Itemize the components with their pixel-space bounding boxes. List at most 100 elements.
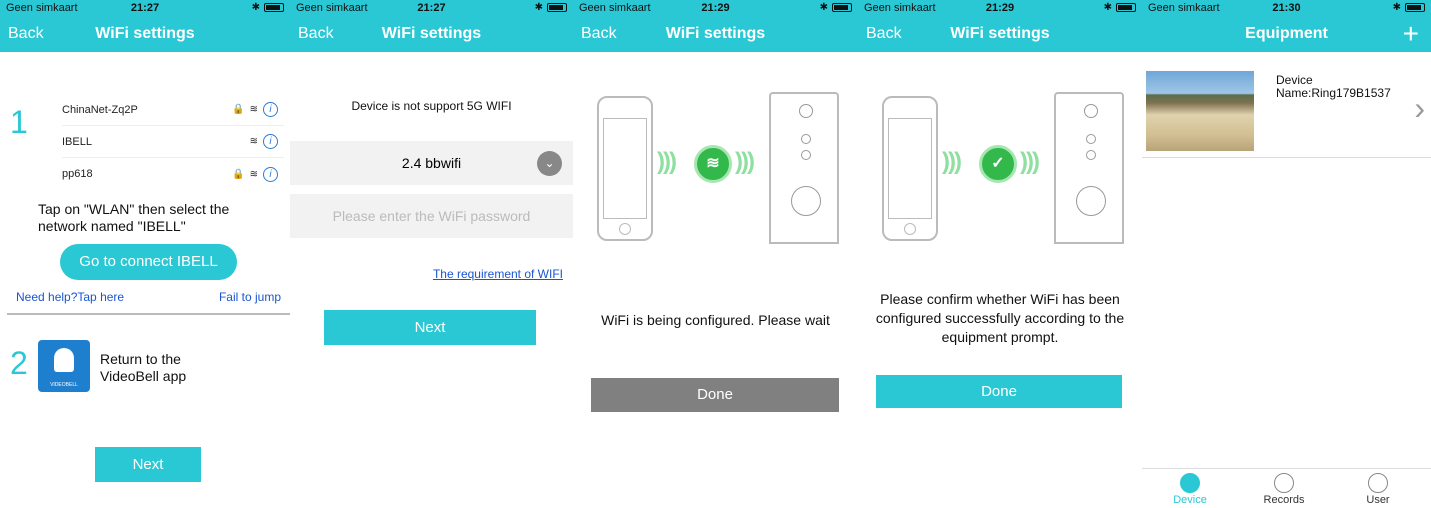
screen-equipment: Geen simkaart 21:30 ✱ Equipment + Device… [1142,0,1431,508]
battery-icon [547,3,567,12]
signal-waves-left: ))) [942,148,962,175]
user-icon [1368,473,1388,493]
battery-indicator: ✱ [535,2,567,13]
videobell-app-icon: VIDEOBELL [38,340,90,392]
bluetooth-icon: ✱ [1103,2,1112,13]
done-button[interactable]: Done [876,375,1122,408]
bluetooth-icon: ✱ [534,2,543,13]
add-device-button[interactable]: + [1403,18,1419,50]
connect-ibell-button[interactable]: Go to connect IBELL [60,244,237,280]
screen-wifi-settings-step: Geen simkaart 21:27 ✱ Back WiFi settings… [0,0,290,508]
clock: 21:27 [417,2,446,14]
next-button[interactable]: Next [95,447,201,482]
confirm-message: Please confirm whether WiFi has been con… [875,291,1125,345]
status-bar: Geen simkaart 21:29 ✱ [573,0,858,16]
wifi-ssid-select[interactable]: 2.4 bbwifi ⌄ [290,141,573,185]
clock: 21:27 [130,2,160,14]
wifi-password-input[interactable]: Please enter the WiFi password [290,194,573,238]
wifi-requirement-link[interactable]: The requirement of WIFI [433,267,563,281]
wifi-row[interactable]: ChinaNet-Zq2P 🔒 ≋ i [62,94,284,126]
bell-icon [54,348,74,372]
wifi-signal-icon: ≋ [249,104,258,115]
wifi-icon: ≋ [694,145,732,183]
battery-indicator: ✱ [1104,2,1136,13]
battery-icon [264,3,284,12]
nav-bar: Back WiFi settings [858,16,1142,52]
chevron-down-icon[interactable]: ⌄ [537,151,562,176]
battery-icon [1405,3,1425,12]
nav-bar: Back WiFi settings [0,16,290,52]
battery-icon [832,3,852,12]
tab-label: Device [1173,494,1207,506]
signal-waves-right: ))) [1020,148,1040,175]
return-instruction: Return to the VideoBell app [100,351,187,384]
phone-illustration [882,96,938,241]
battery-icon [1116,3,1136,12]
info-icon[interactable]: i [263,102,278,117]
device-name: Name:Ring179B1537 [1276,86,1391,100]
wifi-signal-icon: ≋ [249,136,258,147]
status-bar: Geen simkaart 21:27 ✱ [0,0,290,16]
wifi-ssid: IBELL [62,135,92,148]
instruction-text: Tap on "WLAN" then select the network na… [38,201,230,234]
tab-device[interactable]: Device [1160,473,1220,506]
device-list-item[interactable]: Device Name:Ring179B1537 › [1142,66,1431,158]
bluetooth-icon: ✱ [819,2,828,13]
screen-wifi-configuring: Geen simkaart 21:29 ✱ Back WiFi settings… [573,0,858,508]
step-number: 2 [10,345,28,381]
doorbell-illustration [769,92,839,244]
lock-icon: 🔒 [232,104,245,115]
tab-label: User [1366,494,1390,506]
signal-waves-left: ))) [657,148,677,175]
nav-bar: Back WiFi settings [573,16,858,52]
status-bar: Geen simkaart 21:30 ✱ [1142,0,1431,16]
tab-user[interactable]: User [1348,473,1408,506]
tab-records[interactable]: Records [1254,473,1314,506]
step-number: 1 [10,104,28,140]
doorbell-illustration [1054,92,1124,244]
device-info: Device Name:Ring179B1537 [1276,74,1391,100]
info-icon[interactable]: i [263,166,278,182]
page-title: WiFi settings [950,25,1050,42]
page-title: WiFi settings [381,25,482,42]
phone-illustration [597,96,653,241]
device-thumbnail [1146,71,1254,151]
wifi-signal-icon: ≋ [249,168,258,180]
lock-icon: 🔒 [232,168,245,180]
wifi-ssid: pp618 [62,168,93,180]
signal-waves-right: ))) [735,148,755,175]
tab-bar: Device Records User [1142,468,1431,508]
info-icon[interactable]: i [263,134,278,149]
chat-bubble-icon [1274,473,1294,493]
wifi-network-list: ChinaNet-Zq2P 🔒 ≋ i IBELL ≋ i pp618 🔒 ≋ i [62,94,284,190]
battery-indicator: ✱ [1393,2,1425,13]
wifi-row[interactable]: pp618 🔒 ≋ i [62,158,284,190]
selected-ssid: 2.4 bbwifi [401,155,462,171]
screen-wifi-password: Geen simkaart 21:27 ✱ Back WiFi settings… [290,0,573,508]
battery-indicator: ✱ [820,2,852,13]
clock: 21:30 [1272,2,1301,14]
bluetooth-icon: ✱ [251,2,260,13]
help-link[interactable]: Need help?Tap here [16,290,124,304]
screenshot-strip: Geen simkaart 21:27 ✱ Back WiFi settings… [0,0,1431,508]
tab-label: Records [1263,494,1305,506]
page-title: Equipment [1245,25,1328,42]
5g-notice: Device is not support 5G WIFI [351,99,512,113]
clock: 21:29 [985,2,1015,14]
status-bar: Geen simkaart 21:29 ✱ [858,0,1142,16]
fail-to-jump-link[interactable]: Fail to jump [219,290,281,304]
configuring-status: WiFi is being configured. Please wait [601,312,830,328]
clock: 21:29 [701,2,730,14]
chevron-right-icon: › [1414,90,1425,126]
page-title: WiFi settings [95,25,195,42]
screen-wifi-confirm: Geen simkaart 21:29 ✱ Back WiFi settings… [858,0,1142,508]
next-button[interactable]: Next [324,310,536,345]
nav-bar: Equipment + [1142,16,1431,52]
bluetooth-icon: ✱ [1392,2,1401,13]
done-button[interactable]: Done [591,378,839,412]
divider [7,313,290,315]
checkmark-icon: ✓ [979,145,1017,183]
wifi-row[interactable]: IBELL ≋ i [62,126,284,158]
nav-bar: Back WiFi settings [290,16,573,52]
battery-indicator: ✱ [252,2,284,13]
